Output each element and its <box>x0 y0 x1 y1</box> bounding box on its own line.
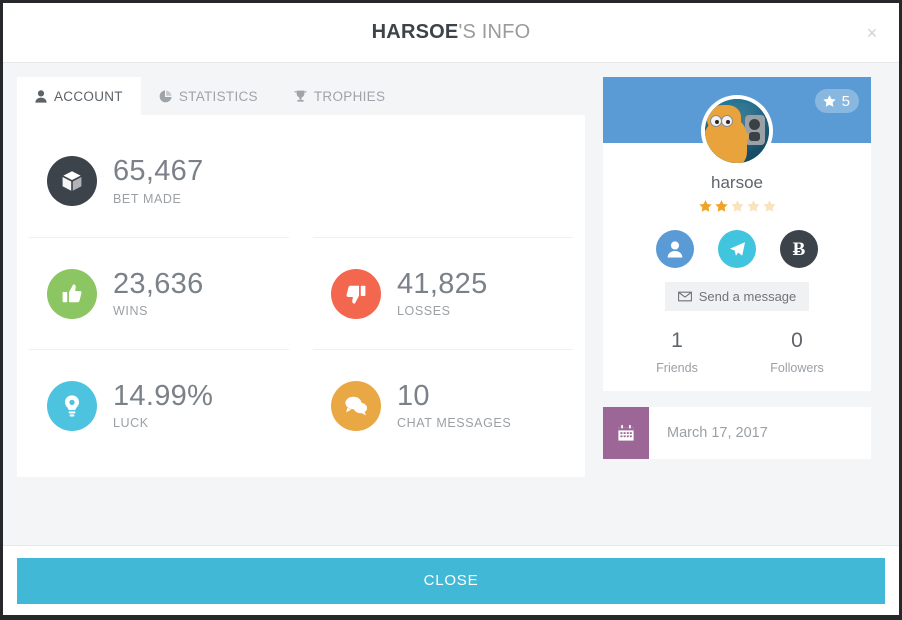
tab-account[interactable]: ACCOUNT <box>17 77 141 115</box>
profile-cover: 5 <box>603 77 871 167</box>
profile-details: harsoe Ƀ Send a message 1 Friends 0 Foll… <box>603 143 871 391</box>
star-icon <box>698 199 713 214</box>
calendar-icon <box>603 407 649 459</box>
lightbulb-icon <box>47 380 97 431</box>
bitcoin-icon: Ƀ <box>792 238 806 260</box>
level-value: 5 <box>841 92 850 110</box>
cube-icon <box>47 156 97 206</box>
modal-footer: CLOSE <box>3 545 899 615</box>
stat-label: LUCK <box>113 416 149 431</box>
profile-card: 5 harsoe Ƀ Send a message 1 Friends 0 Fo… <box>603 77 871 391</box>
level-badge: 5 <box>814 89 859 113</box>
stat-text: 14.99% LUCK <box>113 379 214 431</box>
stat-wins: 23,636 WINS <box>29 237 289 349</box>
right-column: 5 harsoe Ƀ Send a message 1 Friends 0 Fo… <box>603 77 871 459</box>
friends-caption: Friends <box>656 361 698 375</box>
star-icon <box>746 199 761 214</box>
stat-luck: 14.99% LUCK <box>29 349 289 461</box>
star-icon <box>714 199 729 214</box>
envelope-icon <box>677 291 692 302</box>
user-icon <box>667 240 683 258</box>
pie-chart-icon <box>159 89 172 103</box>
user-icon <box>35 89 47 103</box>
add-friend-button[interactable] <box>656 230 694 268</box>
profile-counts: 1 Friends 0 Followers <box>617 329 857 375</box>
title-suffix: 'S INFO <box>458 21 531 43</box>
star-icon <box>762 199 777 214</box>
followers-number: 0 <box>791 329 803 352</box>
social-buttons: Ƀ <box>617 230 857 268</box>
stat-text: 23,636 WINS <box>113 267 204 319</box>
stat-value: 14.99% <box>113 379 214 412</box>
followers-count: 0 Followers <box>737 329 857 375</box>
stat-label: WINS <box>113 304 149 319</box>
user-info-modal: HARSOE'S INFO × ACCOUNT STATISTICS TROPH… <box>3 3 899 615</box>
stat-value: 65,467 <box>113 155 204 188</box>
stat-chat-messages: 10 CHAT MESSAGES <box>313 349 573 461</box>
stat-row: 14.99% LUCK 10 CHAT MESSAGES <box>29 349 573 461</box>
send-message-label: Send a message <box>698 289 797 304</box>
trophy-icon <box>294 90 307 103</box>
modal-header: HARSOE'S INFO × <box>3 3 899 63</box>
title-username: HARSOE <box>371 21 459 43</box>
join-date-card: March 17, 2017 <box>603 407 871 459</box>
send-message-button[interactable]: Send a message <box>664 282 810 311</box>
paper-plane-icon <box>729 241 746 258</box>
stat-text: 41,825 LOSSES <box>397 267 488 319</box>
tab-trophies-label: TROPHIES <box>313 88 386 104</box>
stat-text: 65,467 BET MADE <box>113 155 204 206</box>
thumbs-up-icon <box>47 268 97 319</box>
stat-label: BET MADE <box>113 191 182 206</box>
star-icon <box>730 199 745 214</box>
rating-stars <box>617 199 857 214</box>
tab-bar: ACCOUNT STATISTICS TROPHIES <box>17 77 585 115</box>
stat-value: 41,825 <box>397 267 488 300</box>
followers-caption: Followers <box>770 361 824 375</box>
avatar[interactable] <box>701 95 773 167</box>
stats-panel: 65,467 BET MADE 23,636 WINS 41,825 LOSSE… <box>17 115 585 477</box>
tab-trophies[interactable]: TROPHIES <box>276 77 403 115</box>
stat-row: 65,467 BET MADE <box>29 125 573 237</box>
join-date: March 17, 2017 <box>667 425 768 441</box>
friends-count: 1 Friends <box>617 329 737 375</box>
thumbs-down-icon <box>331 268 381 319</box>
username: harsoe <box>711 173 763 192</box>
stat-losses: 41,825 LOSSES <box>313 237 573 349</box>
modal-body: ACCOUNT STATISTICS TROPHIES 65,467 BET M… <box>3 63 899 545</box>
tab-statistics[interactable]: STATISTICS <box>141 77 276 115</box>
stat-label: LOSSES <box>397 304 451 319</box>
chat-bubbles-icon <box>331 380 381 431</box>
stat-text: 10 CHAT MESSAGES <box>397 379 512 431</box>
tip-button[interactable] <box>718 230 756 268</box>
bitcoin-button[interactable]: Ƀ <box>780 230 818 268</box>
stat-label: CHAT MESSAGES <box>397 416 512 431</box>
page-title: HARSOE'S INFO <box>372 21 531 44</box>
tab-account-label: ACCOUNT <box>54 88 123 104</box>
tab-statistics-label: STATISTICS <box>178 88 258 104</box>
stat-value: 10 <box>397 379 430 412</box>
close-icon[interactable]: × <box>861 22 883 44</box>
friends-number: 1 <box>671 329 683 352</box>
stat-row: 23,636 WINS 41,825 LOSSES <box>29 237 573 349</box>
stat-value: 23,636 <box>113 267 204 300</box>
stat-bet-made: 65,467 BET MADE <box>29 125 573 237</box>
avatar-image <box>705 99 769 163</box>
star-icon <box>822 94 837 109</box>
close-button[interactable]: CLOSE <box>17 557 885 604</box>
left-column: ACCOUNT STATISTICS TROPHIES 65,467 BET M… <box>17 77 585 477</box>
